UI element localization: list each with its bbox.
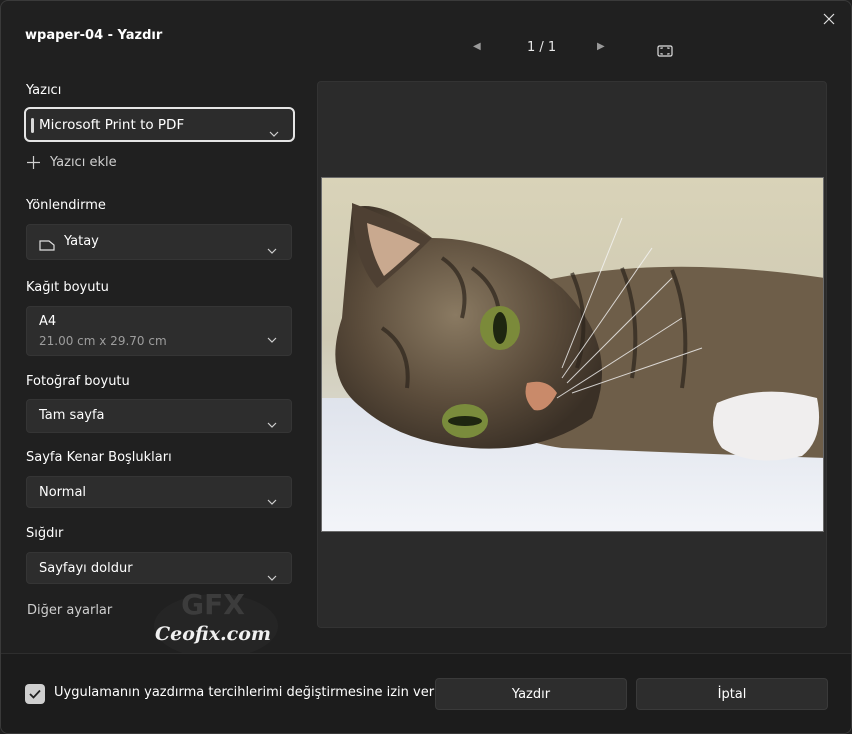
more-settings-link[interactable]: Diğer ayarlar [27,603,112,618]
dialog-title: wpaper-04 - Yazdır [25,28,163,43]
watermark-logo: GFX Ceofix.com [151,586,281,658]
watermark-site: Ceofix.com [155,623,271,645]
chevron-down-icon [269,122,279,141]
add-printer-button[interactable]: Yazıcı ekle [27,155,117,170]
photo-size-value: Tam sayfa [39,408,105,423]
focus-indicator [31,118,34,133]
paper-size-label: Kağıt boyutu [26,280,109,295]
printer-label: Yazıcı [26,83,62,98]
landscape-icon [39,236,55,255]
page-count: 1 / 1 [527,40,557,55]
printer-value: Microsoft Print to PDF [39,117,185,133]
fit-select[interactable]: Sayfayı doldur [26,552,292,584]
chevron-down-icon [267,566,277,585]
margins-value: Normal [39,485,87,500]
margins-label: Sayfa Kenar Boşlukları [26,450,172,465]
close-icon [823,13,835,25]
fit-value: Sayfayı doldur [39,561,133,576]
print-button[interactable]: Yazdır [435,678,627,710]
orientation-value: Yatay [64,234,99,249]
photo-size-label: Fotoğraf boyutu [26,374,130,389]
chevron-down-icon [267,328,277,347]
fit-label: Sığdır [26,526,64,541]
allow-app-preferences-checkbox[interactable] [25,684,45,704]
paper-size-select[interactable]: A4 21.00 cm x 29.70 cm [26,306,292,356]
orientation-label: Yönlendirme [26,198,106,213]
next-page-icon[interactable]: ▶ [597,41,605,52]
chevron-down-icon [267,239,277,258]
add-printer-label: Yazıcı ekle [50,155,117,170]
watermark-gfx: GFX [181,588,245,621]
plus-icon [27,156,40,169]
print-dialog: wpaper-04 - Yazdır ◀ 1 / 1 ▶ Yazıcı Micr… [0,0,852,734]
fullscreen-icon[interactable] [657,42,673,61]
cancel-button[interactable]: İptal [636,678,828,710]
previous-page-icon[interactable]: ◀ [473,41,481,52]
page-navigator: ◀ 1 / 1 ▶ [467,39,677,59]
printer-select[interactable]: Microsoft Print to PDF [24,107,295,142]
chevron-down-icon [267,413,277,432]
close-button[interactable] [813,7,845,31]
photo-size-select[interactable]: Tam sayfa [26,399,292,433]
paper-size-value: A4 [39,314,57,329]
margins-select[interactable]: Normal [26,476,292,508]
checkmark-icon [29,689,41,699]
allow-app-preferences-label: Uygulamanın yazdırma tercihlerimi değişt… [54,685,435,700]
orientation-select[interactable]: Yatay [26,224,292,260]
preview-image [321,177,824,532]
paper-dimensions: 21.00 cm x 29.70 cm [39,334,167,348]
chevron-down-icon [267,490,277,509]
